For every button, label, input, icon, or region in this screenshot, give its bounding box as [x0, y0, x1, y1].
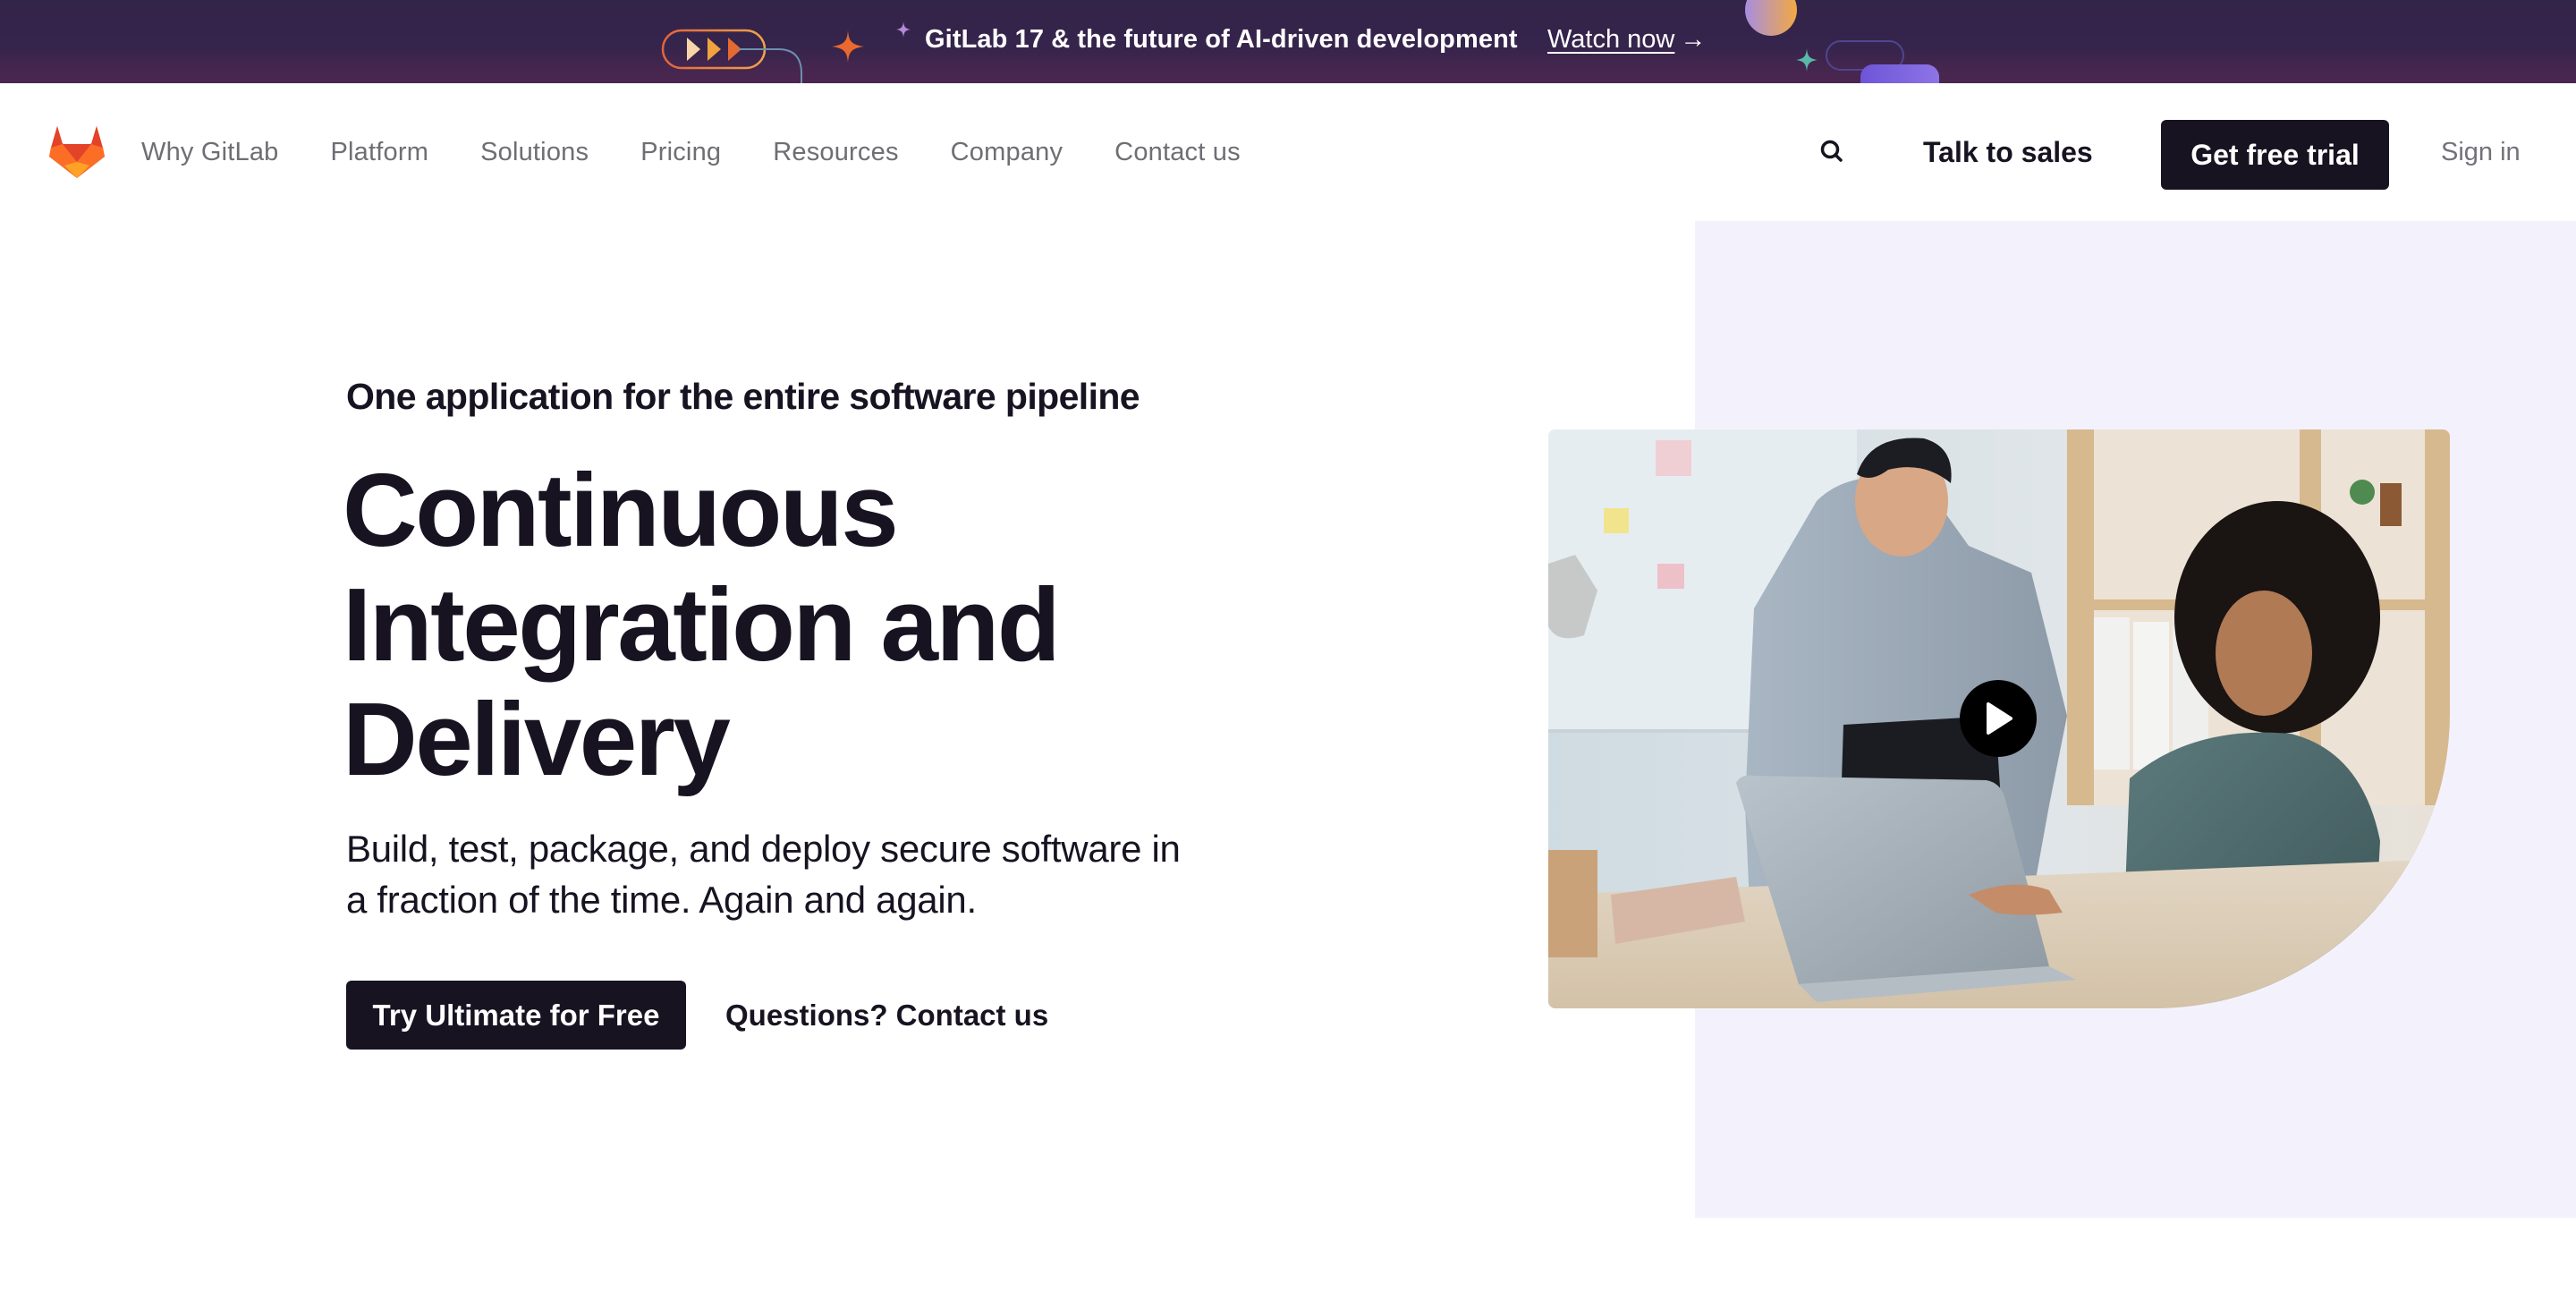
- subtext-line: Build, test, package, and deploy secure …: [346, 828, 1181, 870]
- play-button[interactable]: [1960, 680, 2037, 757]
- talk-to-sales-button[interactable]: Talk to sales: [1923, 128, 2093, 176]
- arrow-right-icon: →: [1680, 25, 1707, 54]
- hero-video-thumbnail[interactable]: [1548, 429, 2450, 1008]
- purple-pill-icon: [1860, 64, 1939, 83]
- nav-pricing[interactable]: Pricing: [640, 138, 721, 167]
- gradient-circle-icon: [1745, 0, 1797, 36]
- try-ultimate-button[interactable]: Try Ultimate for Free: [346, 981, 686, 1050]
- headline-line: Integration and: [343, 566, 1061, 683]
- headline-line: Delivery: [343, 681, 731, 797]
- nav-platform[interactable]: Platform: [331, 138, 429, 167]
- nav-resources[interactable]: Resources: [773, 138, 898, 167]
- subtext-line: a fraction of the time. Again and again.: [346, 879, 977, 921]
- orange-sparkle-icon: [832, 30, 864, 63]
- gitlab-logo[interactable]: [49, 126, 105, 178]
- contact-us-link[interactable]: Questions? Contact us: [725, 993, 1048, 1038]
- play-icon: [1987, 702, 2012, 735]
- promo-banner: GitLab 17 & the future of AI-driven deve…: [0, 0, 2576, 83]
- nav-solutions[interactable]: Solutions: [480, 138, 589, 167]
- nav-contact-us[interactable]: Contact us: [1114, 138, 1241, 167]
- fast-forward-pill-icon: [661, 29, 802, 83]
- headline-line: Continuous: [343, 452, 899, 568]
- hero-subtext: Build, test, package, and deploy secure …: [346, 823, 1241, 925]
- search-icon[interactable]: [1819, 137, 1846, 167]
- watch-now-label: Watch now: [1547, 25, 1675, 54]
- watch-now-link[interactable]: Watch now →: [1547, 21, 1706, 57]
- nav-why-gitlab[interactable]: Why GitLab: [141, 138, 279, 167]
- nav-company[interactable]: Company: [951, 138, 1063, 167]
- promo-text: GitLab 17 & the future of AI-driven deve…: [925, 25, 1518, 54]
- teal-sparkle-icon: [1796, 48, 1818, 72]
- nav-links: Why GitLab Platform Solutions Pricing Re…: [141, 83, 1292, 221]
- get-free-trial-button[interactable]: Get free trial: [2161, 120, 2389, 190]
- hero-headline: Continuous Integration and Delivery: [343, 453, 1326, 796]
- hero-eyebrow: One application for the entire software …: [346, 376, 1140, 417]
- main-navigation: Why GitLab Platform Solutions Pricing Re…: [0, 83, 2576, 221]
- purple-sparkle-icon: [896, 21, 911, 38]
- sign-in-link[interactable]: Sign in: [2441, 128, 2521, 176]
